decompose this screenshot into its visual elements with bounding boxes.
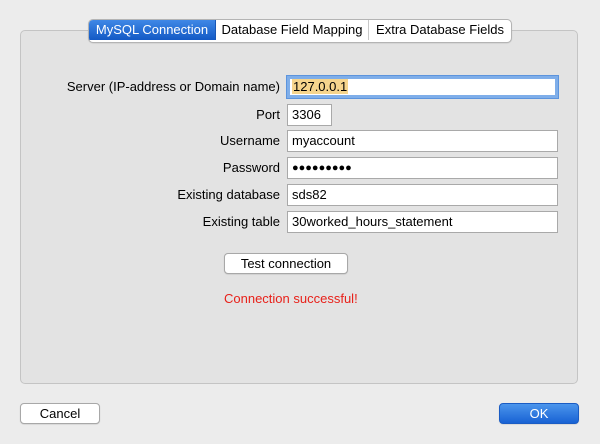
tab-mysql-connection[interactable]: MySQL Connection (89, 20, 216, 40)
database-label: Existing database (177, 187, 280, 202)
connection-status-message: Connection successful! (224, 291, 358, 306)
username-input[interactable]: myaccount (287, 130, 558, 152)
cancel-button[interactable]: Cancel (20, 403, 100, 424)
server-input-value: 127.0.0.1 (292, 79, 349, 94)
port-input[interactable]: 3306 (287, 104, 332, 126)
database-input[interactable]: sds82 (287, 184, 558, 206)
test-connection-button[interactable]: Test connection (224, 253, 348, 274)
port-label: Port (256, 107, 280, 122)
password-label: Password (222, 160, 280, 175)
server-label: Server (IP-address or Domain name) (66, 79, 280, 94)
table-input[interactable]: 30worked_hours_statement (287, 211, 558, 233)
tab-extra-database-fields[interactable]: Extra Database Fields (369, 20, 511, 40)
password-input[interactable]: ●●●●●●●●● (287, 157, 558, 179)
server-input[interactable]: 127.0.0.1 (287, 76, 558, 98)
tab-bar: MySQL Connection Database Field Mapping … (88, 19, 512, 43)
table-label: Existing table (202, 214, 280, 229)
tab-database-field-mapping[interactable]: Database Field Mapping (216, 20, 369, 40)
username-label: Username (220, 133, 280, 148)
ok-button[interactable]: OK (499, 403, 579, 424)
